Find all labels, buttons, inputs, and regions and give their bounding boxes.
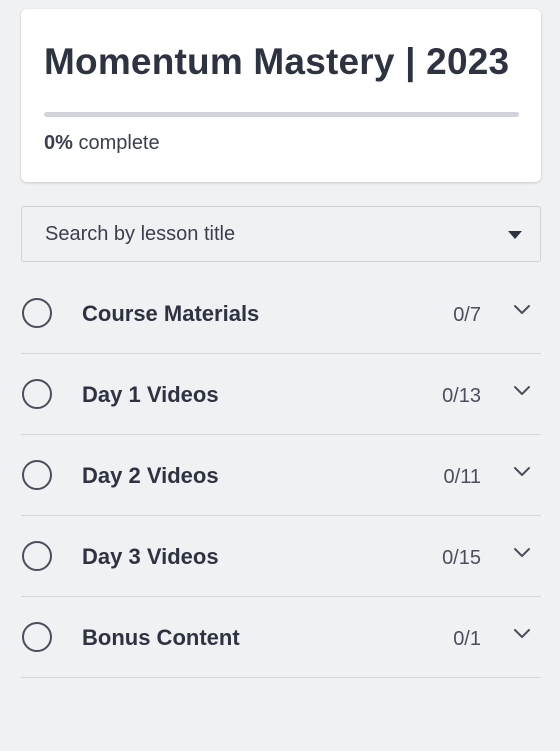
course-progress-card: Momentum Mastery | 2023 0% complete bbox=[21, 9, 541, 182]
section-list: Course Materials 0/7 Day 1 Videos 0/13 D… bbox=[21, 273, 541, 678]
completion-circle-icon bbox=[22, 298, 52, 328]
section-row-day-1-videos[interactable]: Day 1 Videos 0/13 bbox=[21, 354, 541, 435]
section-row-course-materials[interactable]: Course Materials 0/7 bbox=[21, 273, 541, 354]
section-count: 0/1 bbox=[453, 628, 481, 650]
chevron-down-icon[interactable] bbox=[513, 547, 531, 559]
section-title: Day 3 Videos bbox=[82, 544, 219, 569]
progress-label: 0% complete bbox=[44, 132, 160, 155]
chevron-down-icon[interactable] bbox=[513, 385, 531, 397]
completion-circle-icon bbox=[22, 622, 52, 652]
section-row-day-2-videos[interactable]: Day 2 Videos 0/11 bbox=[21, 435, 541, 516]
section-title: Bonus Content bbox=[82, 625, 240, 650]
caret-down-icon[interactable] bbox=[508, 231, 522, 239]
section-title: Day 2 Videos bbox=[82, 463, 219, 488]
progress-suffix: complete bbox=[72, 132, 160, 154]
completion-circle-icon bbox=[22, 541, 52, 571]
chevron-down-icon[interactable] bbox=[513, 304, 531, 316]
completion-circle-icon bbox=[22, 379, 52, 409]
section-count: 0/15 bbox=[442, 547, 481, 569]
chevron-down-icon[interactable] bbox=[513, 466, 531, 478]
lesson-search-dropdown[interactable] bbox=[21, 206, 541, 262]
chevron-down-icon[interactable] bbox=[513, 628, 531, 640]
section-row-bonus-content[interactable]: Bonus Content 0/1 bbox=[21, 597, 541, 678]
section-row-day-3-videos[interactable]: Day 3 Videos 0/15 bbox=[21, 516, 541, 597]
search-input[interactable] bbox=[22, 207, 540, 261]
course-title: Momentum Mastery | 2023 bbox=[44, 41, 510, 82]
completion-circle-icon bbox=[22, 460, 52, 490]
progress-percent: 0% bbox=[44, 132, 73, 154]
section-title: Day 1 Videos bbox=[82, 382, 219, 407]
section-count: 0/13 bbox=[442, 385, 481, 407]
section-count: 0/7 bbox=[453, 304, 481, 326]
section-title: Course Materials bbox=[82, 301, 260, 326]
section-count: 0/11 bbox=[443, 466, 481, 488]
progress-bar bbox=[44, 112, 519, 117]
